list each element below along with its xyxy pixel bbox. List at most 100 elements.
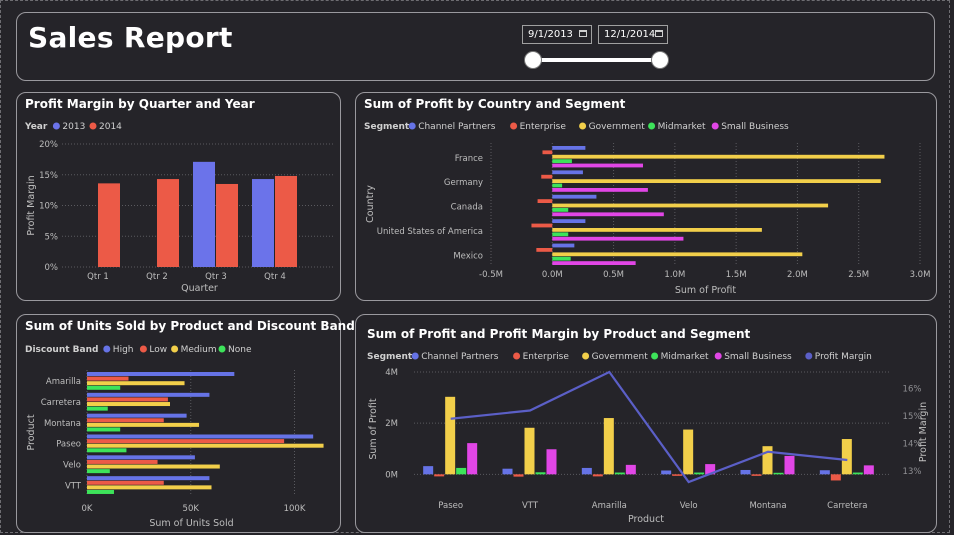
calendar-icon[interactable] [579, 30, 587, 37]
bar-High [87, 413, 187, 418]
bar-Enterprise [541, 174, 553, 179]
legend-marker [89, 122, 97, 130]
bar-Small Business [552, 212, 664, 217]
bar-Government [683, 429, 694, 475]
y-tick-label: 2M [385, 419, 398, 429]
end-date-input[interactable]: 12/1/2014 [598, 25, 668, 44]
bar-2014 [216, 183, 238, 267]
y-axis-title: Product [26, 414, 37, 450]
bar-Midmarket [552, 232, 569, 237]
bar-Low [87, 418, 164, 423]
x-tick-label: -0.5M [479, 270, 503, 280]
bar-Small Business [546, 449, 557, 475]
legend-marker [139, 345, 147, 353]
bar-High [87, 455, 195, 460]
y-tick-label: Paseo [56, 440, 81, 450]
bar-High [87, 392, 210, 397]
bar-Midmarket [614, 472, 625, 475]
y-tick-label: France [455, 154, 483, 164]
bar-None [87, 469, 110, 474]
x-tick-label: 0K [82, 504, 93, 514]
x-tick-label: Montana [749, 501, 786, 511]
y-tick-label: 20% [39, 140, 58, 150]
slider-start-handle[interactable] [524, 51, 542, 69]
legend-item: 2013 [62, 122, 85, 132]
bar-Midmarket [456, 467, 467, 475]
y-tick-label: 4M [385, 368, 398, 378]
y-tick-label: Canada [451, 203, 483, 213]
legend-marker [103, 345, 111, 353]
bar-Government [552, 179, 881, 183]
profit-margin-by-product-chart: Segment Channel Partners Enterprise Governm… [367, 352, 929, 525]
header-panel: Sales Report 9/1/2013 12/1/2014 [16, 12, 935, 81]
bar-Small Business [552, 236, 684, 241]
bar-Enterprise [592, 474, 603, 477]
x-tick-label: 0.0M [542, 270, 563, 280]
calendar-icon[interactable] [655, 30, 663, 37]
bar-Channel Partners [740, 469, 751, 475]
y-tick-label: United States of America [377, 227, 483, 237]
slider-end-handle[interactable] [651, 51, 669, 69]
y-tick-label: 10% [39, 202, 58, 212]
x-tick-label: Qtr 2 [146, 272, 168, 282]
bar-Low [87, 439, 285, 444]
bar-Low [87, 459, 158, 464]
bar-Medium [87, 464, 220, 469]
x-axis-title: Sum of Units Sold [149, 518, 233, 529]
bar-Medium [87, 422, 200, 427]
bar-Channel Partners [552, 146, 586, 150]
bar-Government [524, 427, 535, 475]
bar-Midmarket [535, 472, 546, 475]
x-tick-label: 2.5M [848, 270, 869, 280]
bar-Government [552, 154, 885, 159]
legend-marker [218, 345, 226, 353]
x-tick-label: 3.0M [910, 270, 931, 280]
bar-Enterprise [513, 474, 524, 477]
bar-Government [841, 439, 852, 475]
y-tick-label: VTT [65, 481, 82, 491]
legend-marker [714, 352, 722, 360]
x-tick-label: 50K [183, 504, 200, 514]
legend-marker [411, 352, 419, 360]
x-tick-label: Qtr 3 [205, 272, 227, 282]
date-range-slider[interactable] [532, 58, 660, 62]
bar-Midmarket [552, 208, 569, 212]
x-axis-title: Quarter [181, 283, 218, 294]
bar-Government [552, 252, 803, 257]
bar-Midmarket [552, 256, 571, 261]
bar-Enterprise [672, 474, 683, 476]
bar-Small Business [625, 464, 636, 475]
profit-by-country-chart: Segment Channel Partners Enterprise Governm… [364, 122, 931, 296]
bar-High [87, 434, 314, 439]
y-tick-label: 5% [45, 232, 59, 242]
bar-Channel Partners [552, 243, 575, 248]
margin-by-quarter-chart: Year 2013 2014 0% 5% 10% 15% 20% Qtr 1 Qtr 2 Qtr 3… [24, 122, 333, 294]
bar-Channel Partners [552, 170, 583, 175]
bar-Enterprise [830, 474, 841, 481]
start-date-input[interactable]: 9/1/2013 [522, 25, 592, 44]
legend-marker [52, 122, 60, 130]
bar-Government [445, 396, 456, 475]
bar-Channel Partners [552, 219, 586, 223]
bar-Midmarket [852, 472, 863, 475]
x-tick-label: VTT [522, 501, 539, 511]
bar-Channel Partners [423, 466, 434, 475]
start-date-value: 9/1/2013 [528, 29, 573, 40]
legend-marker [648, 122, 656, 130]
legend-marker [513, 352, 521, 360]
legend-marker [408, 122, 416, 130]
bar-Small Business [552, 163, 643, 168]
profit-margin-by-product-panel: Sum of Profit and Profit Margin by Produ… [355, 314, 937, 533]
bar-None [87, 427, 121, 432]
bar-None [87, 448, 127, 453]
legend-item: Enterprise [520, 122, 567, 132]
x-tick-label: Carretera [827, 501, 867, 511]
y-tick-label: 0M [385, 470, 398, 480]
y2-tick-label: 13% [903, 467, 922, 477]
legend-title: Segment [364, 122, 410, 132]
x-axis-title: Product [628, 514, 664, 525]
legend-item: None [228, 345, 252, 355]
legend-marker [579, 122, 587, 130]
legend-item: Profit Margin [815, 352, 872, 362]
x-tick-label: 1.0M [664, 270, 685, 280]
